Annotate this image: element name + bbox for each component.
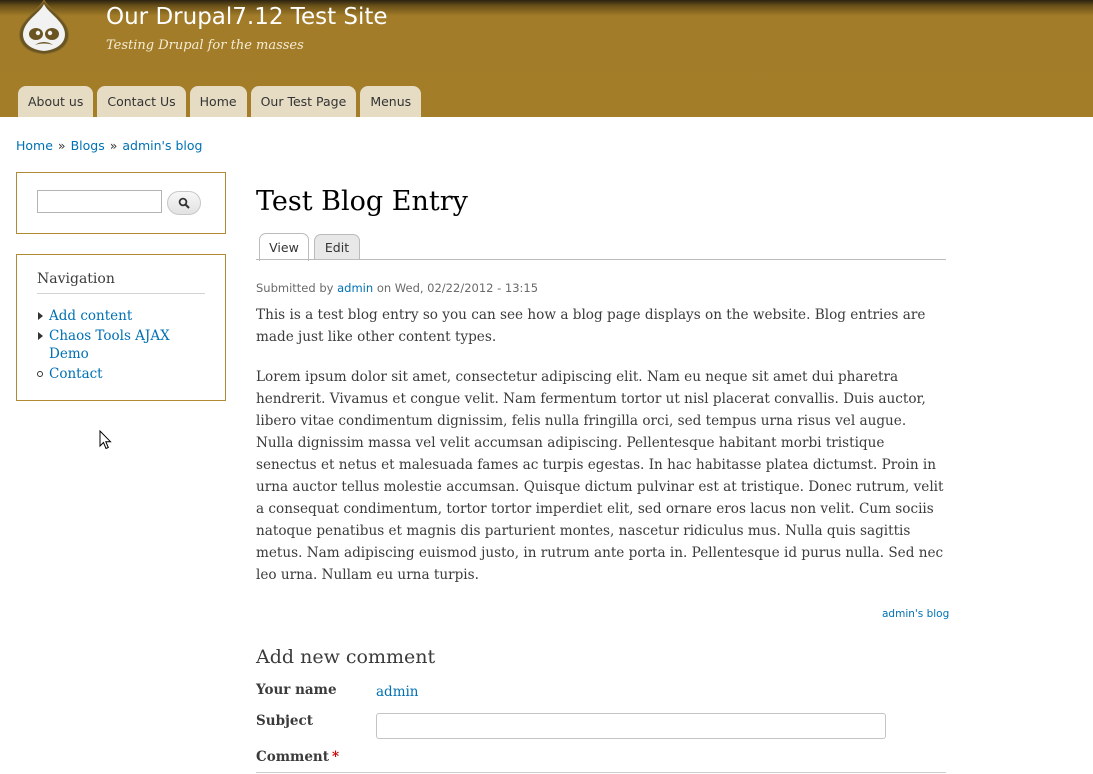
- drupal-logo-icon[interactable]: [15, 0, 73, 56]
- search-block: [16, 172, 226, 234]
- page-title: Test Blog Entry: [256, 186, 468, 217]
- leaf-circle-icon: [37, 365, 47, 383]
- nav-item-contact: Contact: [37, 365, 207, 383]
- submitted-info: Submitted by admin on Wed, 02/22/2012 - …: [256, 281, 538, 295]
- navigation-list: Add content Chaos Tools AJAX Demo Contac…: [37, 307, 207, 385]
- blog-body: This is a test blog entry so you can see…: [256, 304, 946, 604]
- menu-tab-contact-us[interactable]: Contact Us: [97, 86, 186, 117]
- your-name-value-link[interactable]: admin: [376, 684, 419, 700]
- menu-tab-menus[interactable]: Menus: [360, 86, 422, 117]
- tabs-divider: [256, 259, 946, 260]
- subject-input[interactable]: [376, 713, 886, 739]
- breadcrumb-admins-blog[interactable]: admin's blog: [122, 138, 202, 153]
- breadcrumb-separator: »: [57, 138, 66, 153]
- breadcrumb-home[interactable]: Home: [16, 138, 53, 153]
- nav-link-add-content[interactable]: Add content: [49, 308, 132, 324]
- your-name-label: Your name: [256, 682, 337, 698]
- breadcrumb-blogs[interactable]: Blogs: [71, 138, 105, 153]
- breadcrumb: Home » Blogs » admin's blog: [16, 138, 202, 153]
- menu-tab-our-test-page[interactable]: Our Test Page: [250, 86, 357, 117]
- comment-label: Comment *: [256, 749, 339, 765]
- search-button[interactable]: [167, 191, 201, 215]
- main-menu: About us Contact Us Home Our Test Page M…: [18, 86, 422, 117]
- breadcrumb-separator: »: [109, 138, 118, 153]
- submitted-date: on Wed, 02/22/2012 - 13:15: [376, 281, 539, 295]
- mouse-cursor-icon: [99, 430, 112, 450]
- comment-label-text: Comment: [256, 749, 329, 765]
- subject-label: Subject: [256, 713, 313, 729]
- navigation-title: Navigation: [37, 271, 205, 294]
- admins-blog-link[interactable]: admin's blog: [882, 608, 949, 620]
- comment-textarea-top-edge[interactable]: [256, 772, 946, 773]
- search-input[interactable]: [37, 190, 162, 213]
- body-paragraph: This is a test blog entry so you can see…: [256, 307, 926, 345]
- site-slogan: Testing Drupal for the masses: [106, 38, 304, 53]
- site-header: Our Drupal7.12 Test Site Testing Drupal …: [0, 0, 1093, 117]
- tab-view[interactable]: View: [259, 233, 309, 261]
- comment-form-heading: Add new comment: [256, 646, 436, 668]
- site-name[interactable]: Our Drupal7.12 Test Site: [106, 4, 388, 30]
- collapsed-triangle-icon: [37, 327, 47, 345]
- submitted-prefix: Submitted by: [256, 281, 334, 295]
- tab-edit[interactable]: Edit: [314, 234, 360, 260]
- nav-item-chaos-tools: Chaos Tools AJAX Demo: [37, 327, 207, 363]
- search-icon: [178, 197, 190, 209]
- required-marker: *: [331, 749, 340, 765]
- nav-item-add-content: Add content: [37, 307, 207, 325]
- navigation-block: Navigation Add content Chaos Tools AJAX …: [16, 254, 226, 401]
- nav-link-chaos-tools-ajax-demo[interactable]: Chaos Tools AJAX Demo: [49, 328, 170, 362]
- nav-link-contact[interactable]: Contact: [49, 366, 103, 382]
- body-paragraph: Lorem ipsum dolor sit amet, consectetur …: [256, 369, 944, 583]
- author-link[interactable]: admin: [337, 281, 373, 295]
- collapsed-triangle-icon: [37, 307, 47, 325]
- menu-tab-home[interactable]: Home: [189, 86, 247, 117]
- menu-tab-about-us[interactable]: About us: [18, 86, 94, 117]
